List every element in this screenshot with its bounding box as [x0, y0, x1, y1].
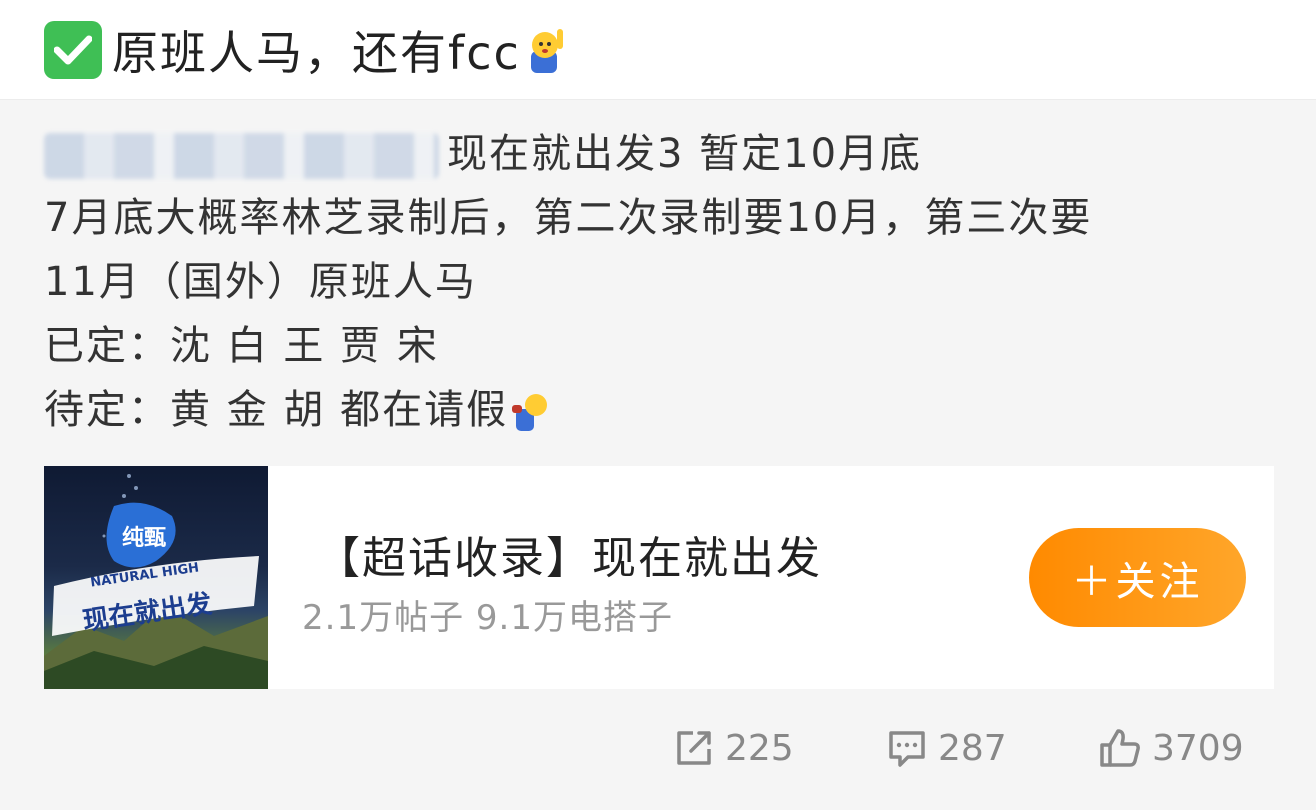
bowing-person-emoji-icon	[508, 390, 552, 434]
checkmark-icon	[44, 20, 102, 79]
comment-button[interactable]: 287	[886, 718, 1007, 778]
supertopic-stats: 2.1万帖子 9.1万电搭子	[302, 598, 673, 638]
follow-button[interactable]: ＋关注	[1029, 528, 1246, 627]
post-header: 原班人马，还有fcc	[0, 0, 1316, 100]
supertopic-thumbnail: 纯甄 NATURAL HIGH 现在就出发	[44, 466, 268, 689]
post-line-1-text: 现在就出发3 暂定10月底	[447, 131, 923, 177]
supertopic-card[interactable]: 纯甄 NATURAL HIGH 现在就出发 【超话收录】现在就出发 2.1万帖子…	[44, 466, 1274, 689]
post-line-2: 7月底大概率林芝录制后，第二次录制要10月，第三次要	[44, 195, 1093, 241]
post-line-4: 已定：沈 白 王 贾 宋	[44, 323, 439, 369]
repost-button[interactable]: 225	[673, 718, 794, 778]
thumbnail-logo-text: 纯甄	[122, 526, 167, 551]
waving-person-emoji-icon	[525, 25, 565, 75]
post-line-5-text: 待定：黄 金 胡 都在请假	[44, 387, 509, 433]
post-line-3: 11月（国外）原班人马	[44, 259, 477, 305]
post-line-1: 现在就出发3 暂定10月底	[44, 122, 1274, 186]
comment-icon	[889, 731, 925, 767]
comment-count: 287	[938, 727, 1007, 769]
like-count: 3709	[1152, 727, 1244, 769]
repost-body: 现在就出发3 暂定10月底 7月底大概率林芝录制后，第二次录制要10月，第三次要…	[44, 122, 1274, 442]
thumbs-up-icon	[1100, 729, 1140, 767]
blurred-username[interactable]	[44, 133, 439, 179]
repost-count: 225	[725, 727, 794, 769]
repost-icon	[677, 731, 711, 765]
supertopic-title[interactable]: 【超话收录】现在就出发	[316, 522, 822, 586]
action-bar: 225 287 3709	[0, 718, 1316, 778]
post-title: 原班人马，还有fcc	[112, 25, 521, 80]
like-button[interactable]: 3709	[1098, 718, 1244, 778]
post-line-5: 待定：黄 金 胡 都在请假	[44, 378, 1274, 442]
